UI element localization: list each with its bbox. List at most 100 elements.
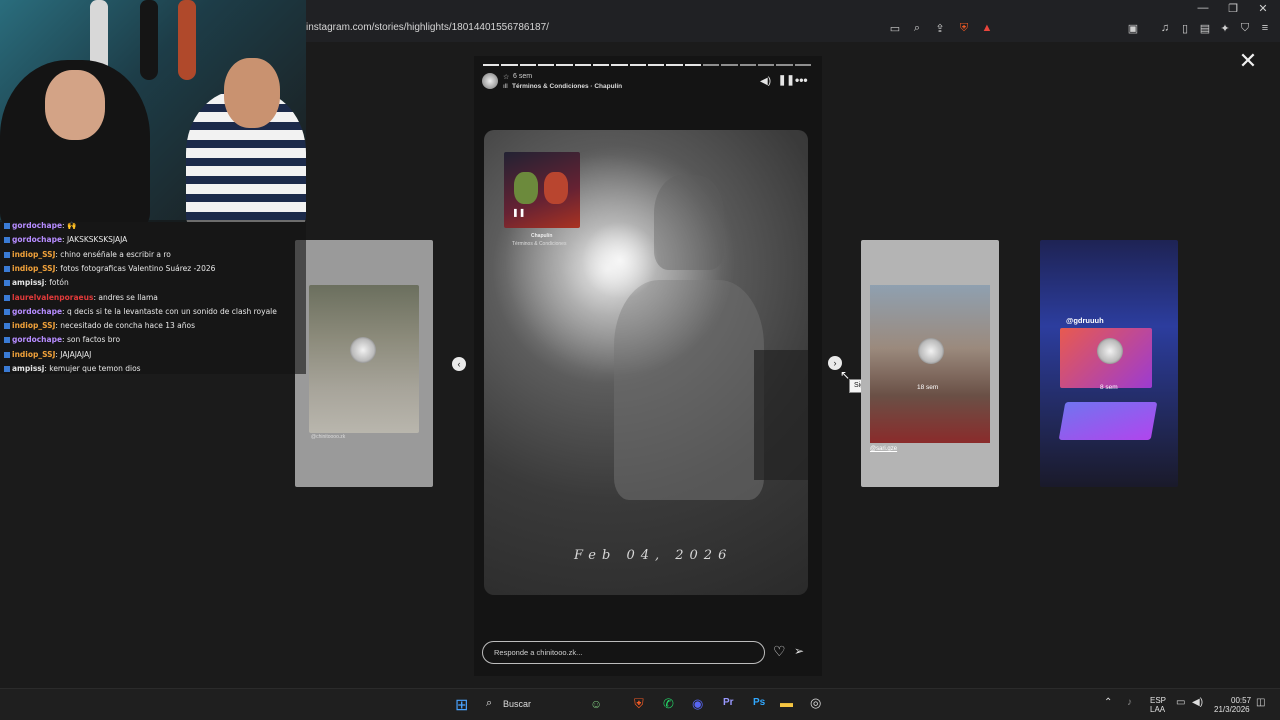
chat-text: : andres se llama <box>93 292 158 302</box>
minimize-icon[interactable]: — <box>1196 2 1210 14</box>
progress-segment <box>794 64 811 66</box>
brave-shield-icon[interactable]: ⛨ <box>957 22 971 35</box>
music-sticker-cover[interactable]: ❚❚ <box>504 152 580 228</box>
progress-segment <box>629 64 646 66</box>
chat-username[interactable]: ampissj <box>12 364 44 373</box>
window-close-icon[interactable]: ✕ <box>1256 2 1270 15</box>
story-author-avatar[interactable] <box>482 73 498 89</box>
taskbar-search-label[interactable]: Buscar <box>503 699 531 709</box>
notification-icon[interactable]: ◫ <box>1256 697 1265 708</box>
next-story-2-time: 8 sem <box>1100 384 1118 391</box>
share-icon[interactable]: ⇪ <box>933 22 947 35</box>
progress-segment <box>574 64 591 66</box>
pause-icon[interactable]: ❚❚ <box>778 75 795 86</box>
clock-time[interactable]: 00:57 <box>1231 696 1251 705</box>
chat-message: gordochape: JAKSKSKSKSJAJA <box>4 235 127 244</box>
volume-icon[interactable]: ◀) <box>1192 697 1203 708</box>
chat-badge-icon <box>4 223 10 229</box>
close-viewer-icon[interactable]: ✕ <box>1238 50 1258 72</box>
wall-guitar-2 <box>140 0 158 80</box>
progress-segment <box>648 64 665 66</box>
language-code[interactable]: ESP <box>1150 696 1166 705</box>
vpn-icon[interactable]: ⛉ <box>1238 22 1252 35</box>
more-options-icon[interactable]: ••• <box>795 73 808 87</box>
wallet-icon[interactable]: ▤ <box>1198 22 1212 35</box>
story-time: 6 sem <box>513 73 533 80</box>
chat-badge-icon <box>4 351 10 358</box>
chat-message: laurelvalenporaeus: andres se llama <box>4 293 158 302</box>
media-icon[interactable]: ♫ <box>1158 22 1172 34</box>
chat-username[interactable]: gordochape <box>12 307 62 316</box>
progress-segment <box>556 64 573 66</box>
chat-badge-icon <box>4 280 10 287</box>
chat-username[interactable]: indiop_SSJ <box>12 350 55 359</box>
chat-badge-icon <box>4 265 10 272</box>
brave-taskbar-icon[interactable]: ⛨ <box>634 696 644 712</box>
chat-message: indiop_SSJ: JAJAJAJAJ <box>4 350 91 359</box>
next-story-card-1[interactable]: 18 sem @sari.gze <box>861 240 999 487</box>
send-icon[interactable]: ➢ <box>794 644 804 658</box>
mic-icon[interactable]: ♪ <box>1127 697 1132 708</box>
premiere-icon[interactable]: Pr <box>723 697 734 708</box>
progress-segment <box>593 64 610 66</box>
obs-icon[interactable]: ◎ <box>810 695 821 711</box>
progress-segment <box>739 64 756 66</box>
language-layout[interactable]: LAA <box>1150 705 1165 714</box>
chat-username[interactable]: ampissj <box>12 278 44 287</box>
progress-segment <box>776 64 793 66</box>
chat-username[interactable]: laurelvalenporaeus <box>12 293 93 302</box>
chat-text: : kemujer que temon dios <box>44 364 141 373</box>
streamer-webcam <box>0 0 306 222</box>
chat-badge-icon <box>4 308 10 315</box>
chat-username[interactable]: indiop_SSJ <box>12 250 55 259</box>
chat-username[interactable]: gordochape <box>12 335 62 344</box>
cast-icon[interactable]: ▭ <box>888 22 902 35</box>
previous-story-avatar <box>350 337 376 363</box>
sticker-play-icon[interactable]: ❚❚ <box>512 208 525 217</box>
chat-username[interactable]: gordochape <box>12 235 62 244</box>
menu-icon[interactable]: ≡ <box>1258 22 1272 34</box>
previous-arrow-icon[interactable]: ‹ <box>452 357 466 371</box>
zoom-icon[interactable]: ⌕ <box>910 22 924 35</box>
search-icon[interactable]: ⌕ <box>486 697 492 710</box>
story-music-line[interactable]: Términos & Condiciones · Chapulín <box>512 83 622 90</box>
sticker-artist: Chapulín <box>531 233 553 239</box>
chat-badge-icon <box>4 366 10 372</box>
discord-icon[interactable]: ◉ <box>692 696 703 712</box>
sidebar-icon[interactable]: ▯ <box>1178 22 1192 35</box>
chat-message: ampissj: kemujer que temon dios <box>4 364 141 373</box>
mute-icon[interactable]: ◀) <box>760 76 771 87</box>
chat-username[interactable]: indiop_SSJ <box>12 321 55 330</box>
progress-segment <box>666 64 683 66</box>
chat-message: gordochape: son factos bro <box>4 335 120 344</box>
widgets-icon[interactable]: ☺ <box>590 697 602 711</box>
chat-message: indiop_SSJ: fotos fotograficas Valentino… <box>4 264 215 273</box>
progress-segment <box>483 64 500 66</box>
photoshop-icon[interactable]: Ps <box>753 697 765 708</box>
tab-search-icon[interactable]: ▣ <box>1126 22 1140 35</box>
file-explorer-icon[interactable]: ▬ <box>780 695 793 710</box>
chat-username[interactable]: indiop_SSJ <box>12 264 55 273</box>
network-icon[interactable]: ▭ <box>1176 697 1185 708</box>
clock-date[interactable]: 21/3/2026 <box>1214 705 1250 714</box>
chat-text: : son factos bro <box>62 335 121 345</box>
leo-icon[interactable]: ✦ <box>1218 22 1232 35</box>
sticker-song: Términos & Condiciones <box>512 241 567 247</box>
address-bar[interactable]: instagram.com/stories/highlights/1801440… <box>306 22 549 33</box>
next-story-card-2[interactable]: @gdruuuh 8 sem <box>1040 240 1178 487</box>
reply-placeholder: Responde a chinitooo.zk... <box>494 648 583 657</box>
brave-rewards-icon[interactable]: ▲ <box>980 22 994 34</box>
previous-story-card[interactable]: @chinitoooo.zk <box>295 240 433 487</box>
progress-segment <box>703 64 720 66</box>
next-story-1-thumbnail <box>870 285 990 443</box>
like-heart-icon[interactable]: ♡ <box>773 643 786 660</box>
tray-chevron-icon[interactable]: ⌃ <box>1104 697 1112 708</box>
chat-text: : q decis si te la levantaste con un son… <box>62 306 277 316</box>
restore-icon[interactable]: ❐ <box>1226 2 1240 15</box>
progress-segment <box>758 64 775 66</box>
next-story-1-handle: @sari.gze <box>870 446 898 452</box>
chat-username[interactable]: gordochape <box>12 221 62 230</box>
whatsapp-icon[interactable]: ✆ <box>663 696 674 712</box>
windows-start-icon[interactable]: ⊞ <box>455 695 468 715</box>
sticker-figure-left <box>514 172 538 204</box>
